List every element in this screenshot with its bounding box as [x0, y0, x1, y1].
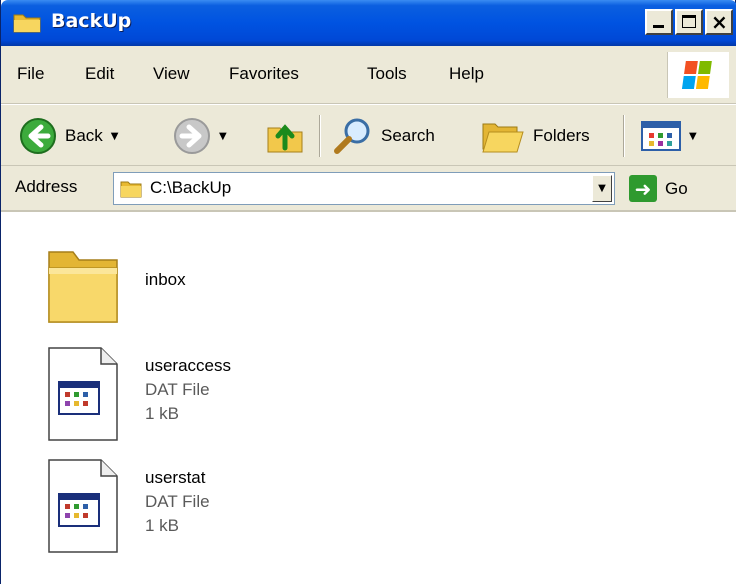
file-size: 1 kB: [145, 404, 180, 423]
go-label: Go: [665, 178, 688, 198]
search-icon: [334, 118, 370, 154]
search-button[interactable]: Search: [333, 114, 435, 158]
menu-help[interactable]: Help: [449, 64, 484, 84]
close-icon: ×: [711, 10, 728, 34]
maximize-icon: [682, 15, 696, 28]
folder-icon: [41, 242, 125, 332]
file-type: DAT File: [145, 492, 210, 511]
back-label: Back: [65, 126, 103, 145]
folders-button[interactable]: Folders: [481, 114, 590, 158]
search-label: Search: [381, 126, 435, 145]
windows-logo: [667, 52, 729, 98]
file-list: inbox useraccess DAT File 1 kB userstat …: [1, 212, 736, 584]
dat-file-icon: [41, 456, 125, 553]
folder-up-icon: [267, 124, 303, 153]
address-bar: Address C:\BackUp ▼ ➜ Go: [1, 166, 736, 212]
views-icon: [641, 121, 681, 151]
explorer-window: BackUp × File Edit View Favorites Tools …: [0, 0, 736, 584]
go-button[interactable]: ➜ Go: [629, 175, 688, 202]
up-folder-button[interactable]: [265, 114, 305, 158]
maximize-button[interactable]: [675, 9, 703, 35]
file-size: 1 kB: [145, 516, 180, 535]
folders-icon: [482, 123, 524, 153]
minimize-button[interactable]: [645, 9, 673, 35]
list-item-file[interactable]: useraccess DAT File 1 kB: [41, 344, 231, 441]
back-arrow-icon: [20, 118, 56, 154]
forward-arrow-icon: [174, 118, 210, 154]
views-dropdown-icon[interactable]: ▼: [689, 131, 697, 142]
file-name: userstat: [145, 468, 206, 487]
dat-file-icon: [41, 344, 125, 441]
menu-view[interactable]: View: [153, 64, 190, 84]
title-bar[interactable]: BackUp ×: [1, 0, 736, 46]
go-arrow-icon: ➜: [629, 175, 657, 202]
views-button[interactable]: ▼: [641, 114, 697, 158]
windows-flag-icon: [681, 61, 712, 89]
menu-tools[interactable]: Tools: [367, 64, 407, 84]
list-item-folder[interactable]: inbox: [41, 242, 186, 332]
menu-file[interactable]: File: [17, 64, 44, 84]
address-dropdown-button[interactable]: ▼: [592, 175, 612, 202]
back-dropdown-icon[interactable]: ▼: [111, 131, 119, 142]
list-item-file[interactable]: userstat DAT File 1 kB: [41, 456, 210, 553]
file-name: inbox: [145, 270, 186, 289]
menu-edit[interactable]: Edit: [85, 64, 114, 84]
menu-favorites[interactable]: Favorites: [229, 64, 299, 84]
caption-buttons: ×: [645, 9, 733, 35]
close-button[interactable]: ×: [705, 9, 733, 35]
folder-icon: [13, 14, 41, 33]
file-type: DAT File: [145, 380, 210, 399]
toolbar-separator: [319, 115, 321, 157]
window-title: BackUp: [51, 10, 132, 32]
address-label: Address: [15, 177, 78, 196]
minimize-icon: [653, 25, 664, 28]
forward-dropdown-icon[interactable]: ▼: [219, 131, 227, 142]
folders-label: Folders: [533, 126, 590, 145]
file-name: useraccess: [145, 356, 231, 375]
folder-icon: [120, 181, 142, 198]
toolbar-separator: [623, 115, 625, 157]
address-value: C:\BackUp: [150, 178, 232, 197]
back-button[interactable]: Back ▼: [19, 114, 119, 158]
forward-button[interactable]: ▼: [173, 114, 227, 158]
address-input[interactable]: C:\BackUp ▼: [113, 172, 615, 205]
menu-bar: File Edit View Favorites Tools Help: [1, 46, 736, 104]
standard-toolbar: Back ▼ ▼ Search Folders ▼: [1, 104, 736, 166]
